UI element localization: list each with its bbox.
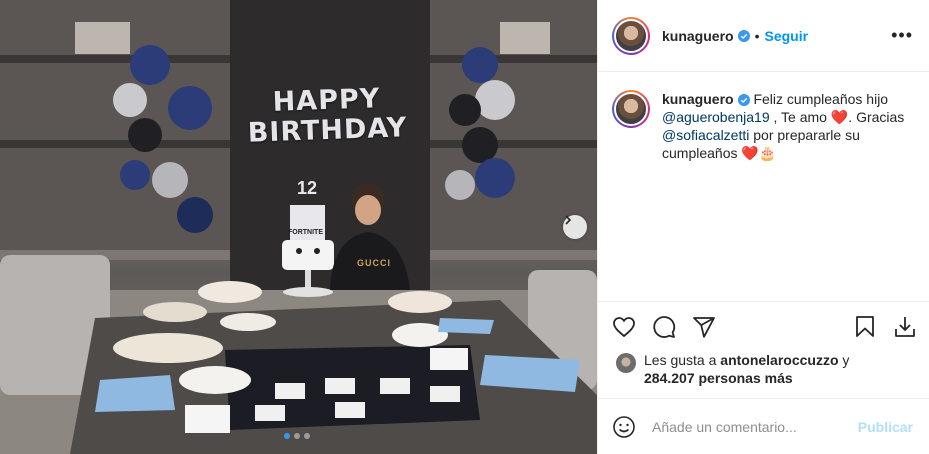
verified-badge-icon bbox=[737, 29, 750, 42]
heart-icon[interactable] bbox=[612, 315, 636, 339]
liker-avatar[interactable] bbox=[616, 353, 636, 373]
caption-username[interactable]: kunaguero bbox=[662, 91, 734, 107]
carousel-next-button[interactable] bbox=[563, 215, 587, 239]
cake-number-topper: 12 bbox=[297, 178, 318, 198]
likes-connector: y bbox=[838, 352, 850, 368]
header-separator: • bbox=[754, 27, 760, 44]
post-header: kunaguero • Seguir ••• bbox=[598, 0, 929, 72]
post-photo[interactable]: HAPPY BIRTHDAY 12 FORTNITE GUCCI bbox=[0, 0, 597, 454]
caption-text: kunaguero Feliz cumpleaños hijo @aguerob… bbox=[662, 90, 912, 162]
liker-username[interactable]: antonelaroccuzzo bbox=[720, 352, 838, 368]
shirt-brand-text: GUCCI bbox=[357, 258, 391, 268]
story-ring[interactable] bbox=[612, 16, 650, 55]
caption-part-2: , Te amo ❤️. bbox=[769, 109, 853, 125]
likes-prefix: Les gusta a bbox=[644, 352, 721, 368]
caption-part-3: Gracias bbox=[852, 109, 905, 125]
caption: kunaguero Feliz cumpleaños hijo @aguerob… bbox=[612, 90, 913, 162]
happy-birthday-banner: HAPPY BIRTHDAY bbox=[247, 83, 408, 149]
caption-story-ring[interactable] bbox=[612, 90, 650, 128]
carousel-dot-1 bbox=[284, 433, 290, 439]
comments-section: kunaguero Feliz cumpleaños hijo @aguerob… bbox=[598, 72, 929, 301]
chevron-right-icon bbox=[565, 215, 572, 225]
comment-icon[interactable] bbox=[652, 315, 676, 339]
mention-aguerobenja19[interactable]: @aguerobenja19 bbox=[662, 109, 770, 125]
carousel-indicator bbox=[284, 433, 310, 439]
post-sidebar: kunaguero • Seguir ••• kunaguero Feliz c… bbox=[597, 0, 929, 454]
caption-part-1: Feliz cumpleaños hijo bbox=[749, 91, 889, 107]
verified-badge-icon bbox=[737, 94, 750, 107]
share-icon[interactable] bbox=[692, 315, 716, 339]
action-bar bbox=[598, 301, 929, 351]
header-username[interactable]: kunaguero bbox=[662, 28, 734, 44]
download-icon[interactable] bbox=[893, 315, 917, 339]
comment-input[interactable] bbox=[652, 418, 858, 435]
bookmark-icon[interactable] bbox=[853, 315, 877, 339]
likes-summary: Les gusta a antonelaroccuzzo y 284.207 p… bbox=[598, 351, 929, 398]
cake-fortnite-label: FORTNITE bbox=[288, 229, 323, 236]
likes-text: Les gusta a antonelaroccuzzo y 284.207 p… bbox=[644, 351, 849, 387]
more-options-button[interactable]: ••• bbox=[891, 25, 913, 46]
carousel-dot-2 bbox=[294, 433, 300, 439]
caption-avatar[interactable] bbox=[614, 92, 648, 126]
birthday-party-photo bbox=[0, 0, 597, 454]
publish-button[interactable]: Publicar bbox=[858, 419, 913, 435]
follow-button[interactable]: Seguir bbox=[764, 28, 808, 44]
carousel-dot-3 bbox=[304, 433, 310, 439]
mention-sofiacalzetti[interactable]: @sofiacalzetti bbox=[662, 127, 749, 143]
avatar[interactable] bbox=[614, 18, 648, 53]
add-comment-bar: Publicar bbox=[598, 398, 929, 454]
instagram-post: HAPPY BIRTHDAY 12 FORTNITE GUCCI kunague… bbox=[0, 0, 929, 454]
likes-count[interactable]: 284.207 personas más bbox=[644, 370, 793, 386]
smiley-icon[interactable] bbox=[612, 415, 636, 439]
